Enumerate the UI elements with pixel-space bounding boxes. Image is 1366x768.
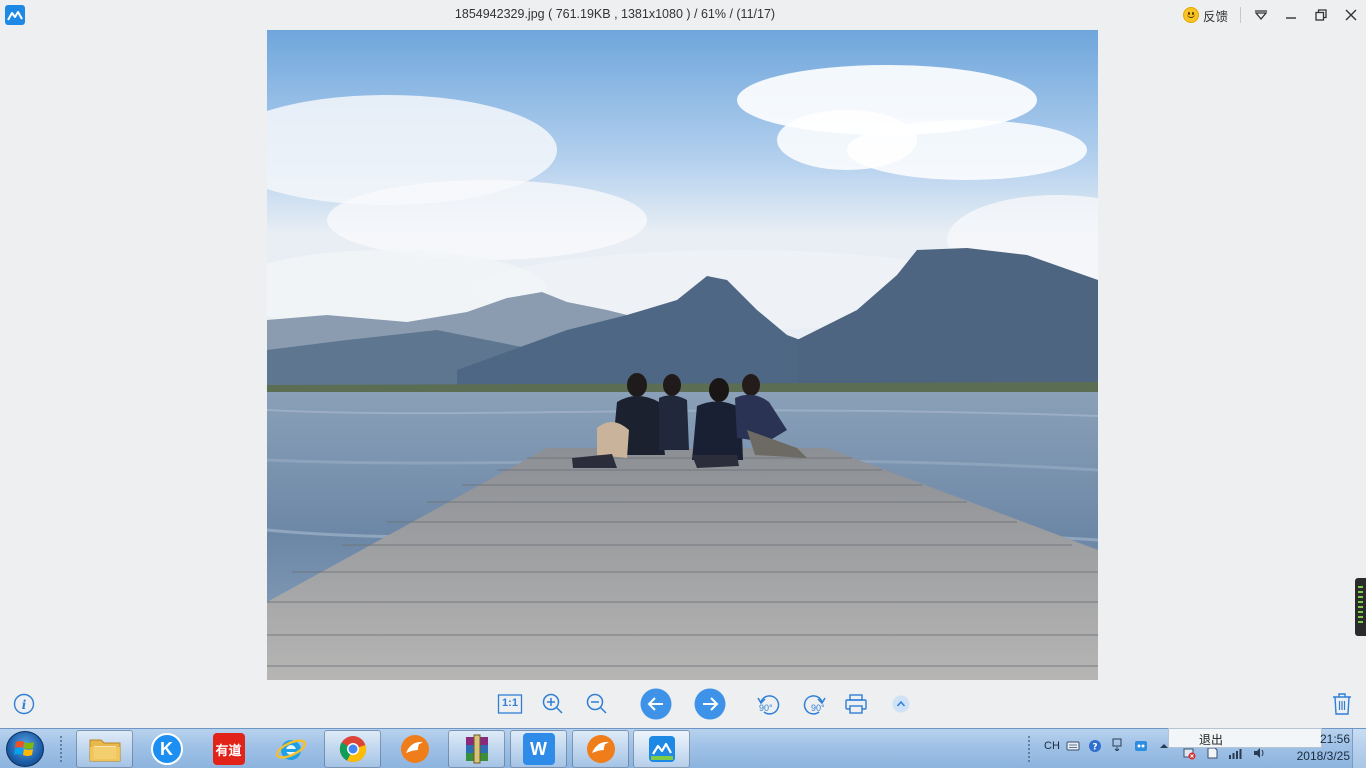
taskbar-clock[interactable]: 21:56 2018/3/25 <box>1280 731 1350 765</box>
next-image-button[interactable] <box>694 688 726 720</box>
svg-text:i: i <box>22 698 27 712</box>
smile-icon <box>1183 7 1199 23</box>
close-button[interactable] <box>1342 6 1360 24</box>
rotate-left-label: 90° <box>759 703 773 713</box>
side-handle[interactable] <box>1355 578 1366 636</box>
folder-icon <box>89 739 120 762</box>
signal-icon[interactable] <box>1228 746 1242 760</box>
info-icon: i <box>13 693 35 715</box>
foxmail-icon <box>586 735 615 763</box>
rotate-right-label: 90° <box>811 703 825 713</box>
windows-logo-icon <box>14 741 34 756</box>
trash-icon <box>1333 693 1351 715</box>
rotate-left-button[interactable]: 90° <box>755 690 783 718</box>
window-title: 1854942329.jpg ( 761.19KB , 1381x1080 ) … <box>454 7 776 21</box>
keyboard-icon[interactable] <box>1066 739 1080 753</box>
expand-up-icon <box>892 695 910 713</box>
delete-button[interactable] <box>1330 691 1354 717</box>
clock-date: 2018/3/25 <box>1296 749 1350 763</box>
taskbar-app-chrome[interactable] <box>324 730 381 768</box>
prev-arrow-icon <box>640 688 672 720</box>
expand-panel-button[interactable] <box>891 694 911 714</box>
image-viewer-icon <box>648 736 675 762</box>
title-bar: 1854942329.jpg ( 761.19KB , 1381x1080 ) … <box>0 0 1366 30</box>
taskbar-grip[interactable] <box>59 735 63 763</box>
zoom-out-icon <box>586 693 607 714</box>
wps-icon: W <box>522 733 555 765</box>
chrome-icon <box>339 736 366 763</box>
print-button[interactable] <box>843 691 869 717</box>
actual-size-button[interactable]: 1:1 <box>496 692 524 716</box>
foxmail-icon <box>400 735 429 763</box>
feedback-label: 反馈 <box>1203 9 1229 24</box>
restore-button[interactable] <box>1312 6 1330 24</box>
photo-viewport[interactable] <box>267 30 1098 680</box>
network-disconnected-icon[interactable] <box>1182 746 1196 760</box>
volume-icon[interactable] <box>1252 746 1266 760</box>
title-separator <box>1240 7 1241 23</box>
taskbar-app-file-explorer[interactable] <box>76 730 133 768</box>
zoom-in-button[interactable] <box>540 691 566 717</box>
rotate-right-button[interactable]: 90° <box>800 690 828 718</box>
previous-image-button[interactable] <box>640 688 672 720</box>
taskbar-app-youdao[interactable]: 有道 <box>200 730 257 768</box>
taskbar-app-image-viewer[interactable] <box>633 730 690 768</box>
taskbar-app-kugou[interactable]: K <box>138 730 195 768</box>
start-button[interactable] <box>6 731 44 767</box>
clock-time: 21:56 <box>1319 732 1350 746</box>
input-language[interactable]: CH <box>1044 740 1060 752</box>
svg-text:?: ? <box>1092 743 1097 753</box>
show-desktop-button[interactable] <box>1352 729 1366 768</box>
minimize-button[interactable] <box>1282 6 1300 24</box>
tray-grip[interactable] <box>1027 735 1031 763</box>
menu-dropdown-button[interactable] <box>1252 6 1270 24</box>
taskbar-app-winrar[interactable] <box>448 730 505 768</box>
winrar-icon <box>465 734 488 764</box>
taskbar-app-foxmail-window[interactable] <box>572 730 629 768</box>
help-icon[interactable]: ? <box>1088 739 1102 753</box>
taskbar-app-wps[interactable]: W <box>510 730 567 768</box>
tray-settings-icon[interactable] <box>1110 737 1124 751</box>
taskbar-app-internet-explorer[interactable] <box>262 730 319 768</box>
photo-image <box>267 30 1098 680</box>
print-icon <box>845 694 867 714</box>
feedback-button[interactable]: 反馈 <box>1183 6 1228 24</box>
internet-explorer-icon <box>275 739 306 760</box>
zoom-out-button[interactable] <box>584 691 610 717</box>
kugou-icon: K <box>150 733 183 765</box>
action-center-icon[interactable] <box>1205 746 1219 760</box>
next-arrow-icon <box>694 688 726 720</box>
info-button[interactable]: i <box>12 692 36 716</box>
zoom-in-icon <box>542 693 563 714</box>
youdao-icon: 有道 <box>212 733 245 765</box>
taskbar-app-foxmail[interactable] <box>386 730 443 768</box>
network-app-icon[interactable] <box>1134 739 1148 753</box>
actual-size-label: 1:1 <box>502 697 518 709</box>
